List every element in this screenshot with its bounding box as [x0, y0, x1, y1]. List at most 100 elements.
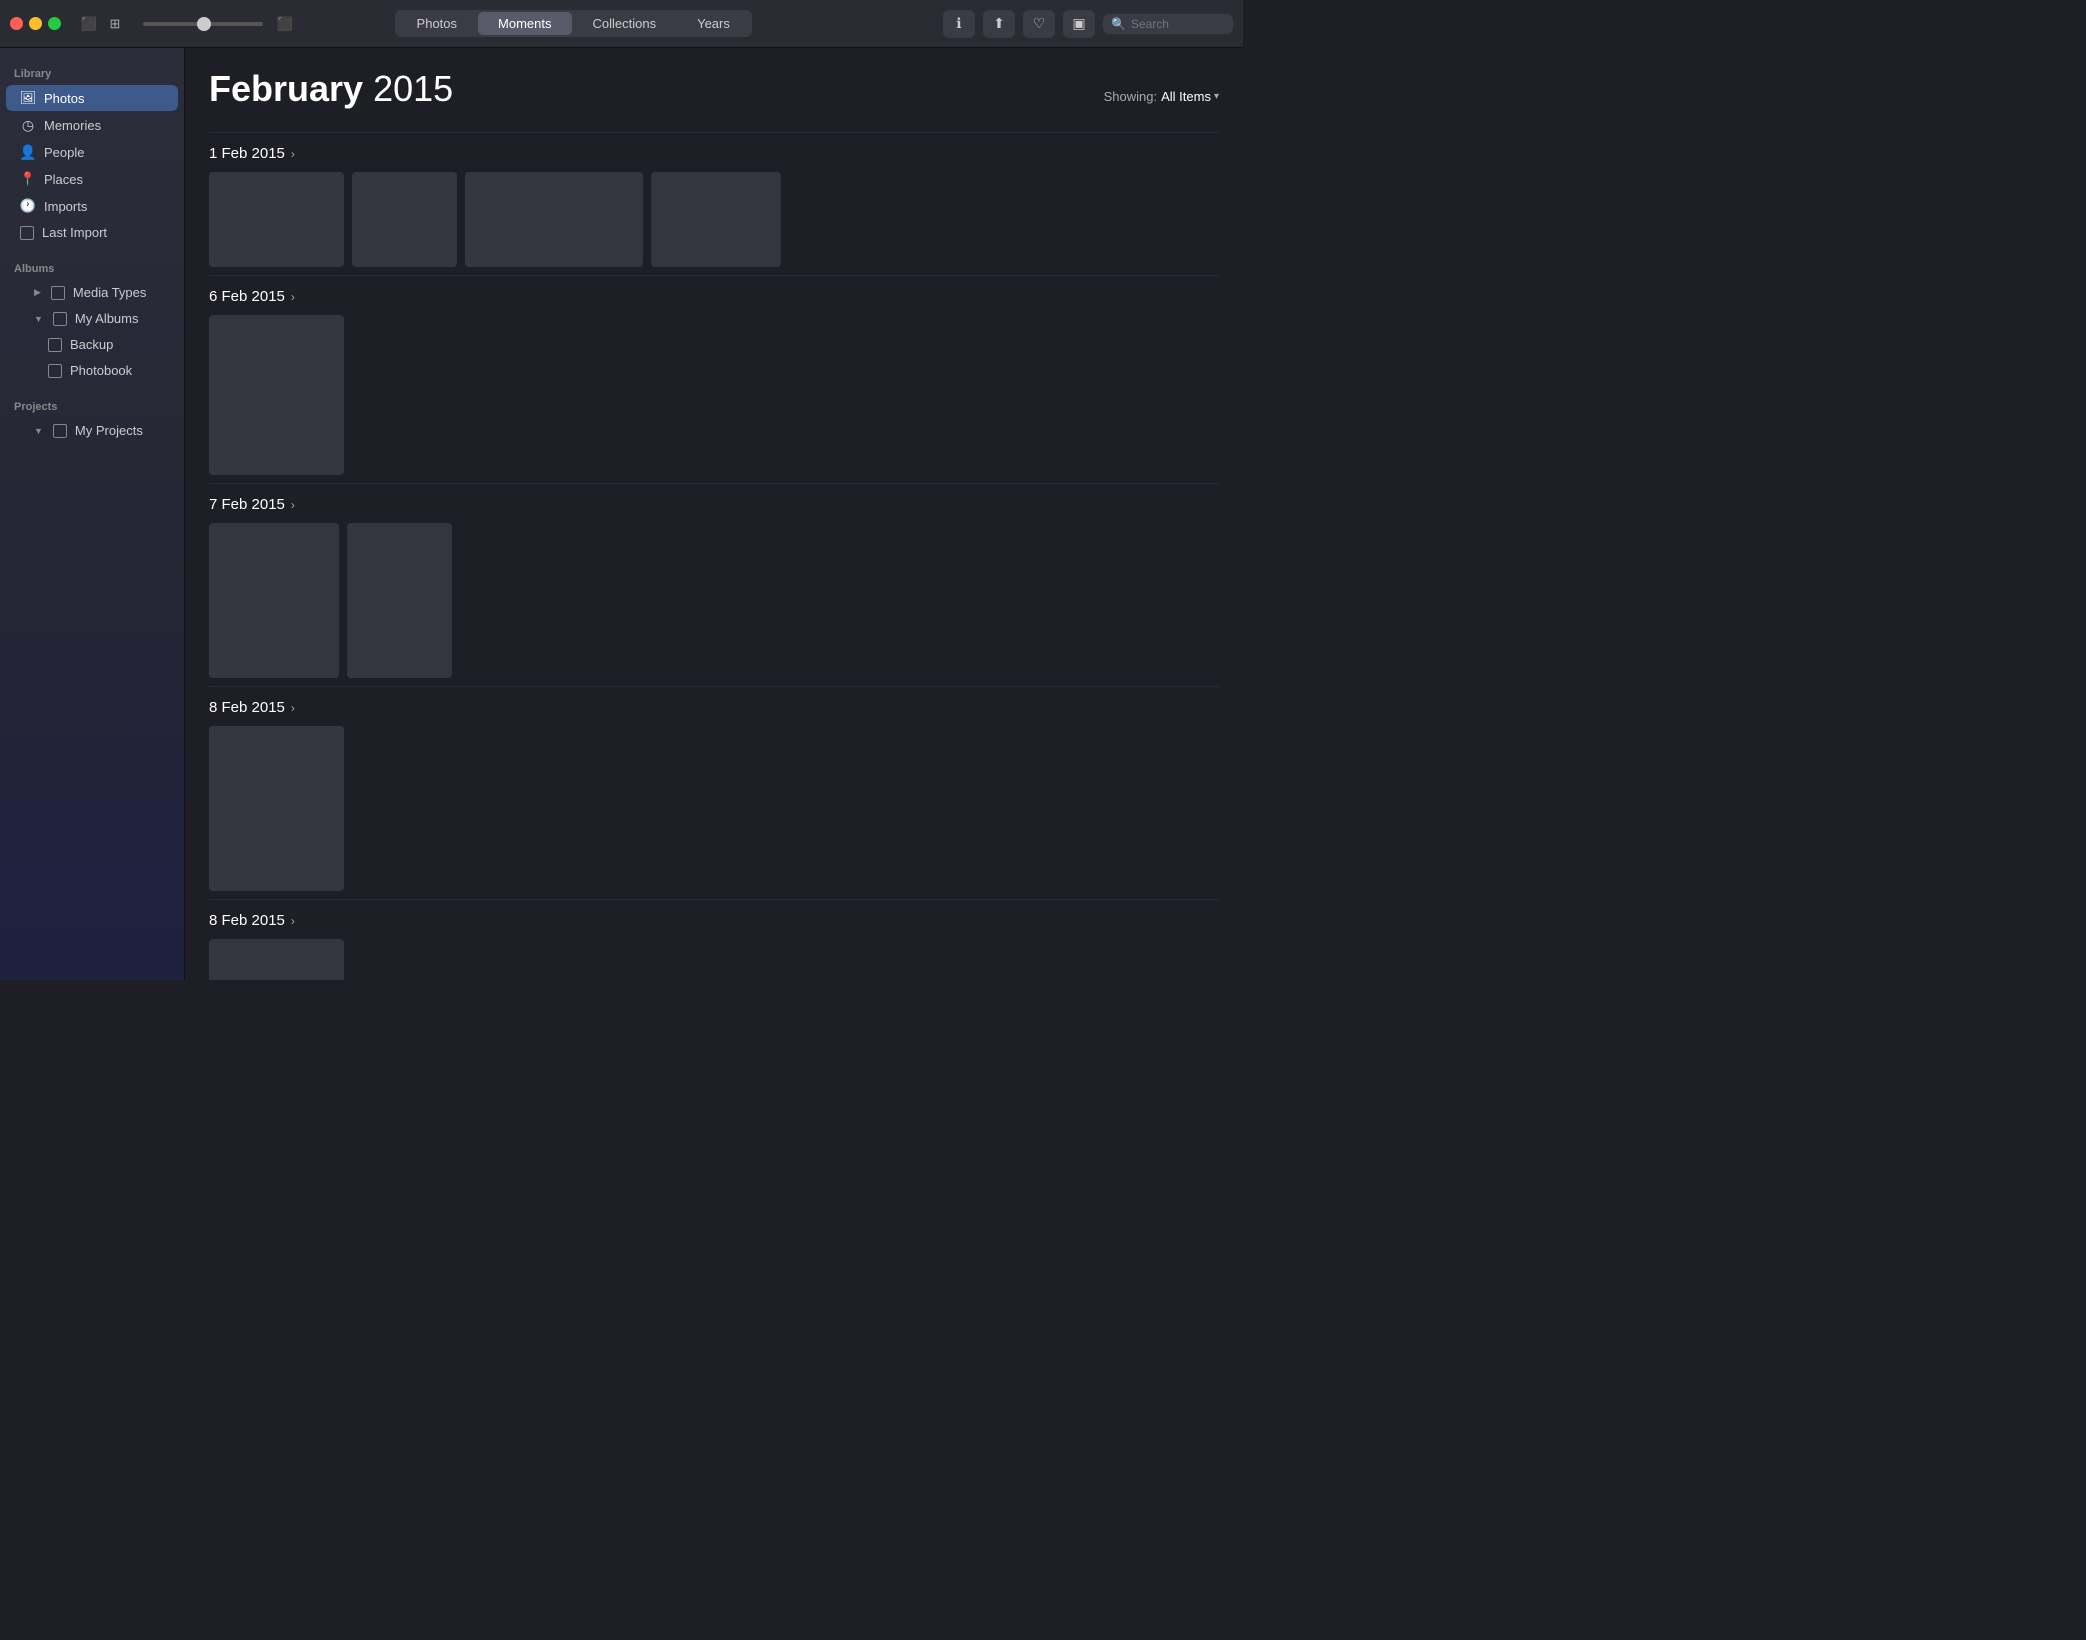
places-icon: 📍 [20, 171, 36, 187]
moment-header: 1 Feb 2015 › [209, 132, 1219, 172]
folder-icon [53, 312, 67, 326]
chevron-right-icon[interactable]: › [291, 290, 295, 304]
sidebar-toggle-icon[interactable]: ⬛ [79, 14, 99, 34]
sidebar-item-label: Backup [70, 337, 113, 352]
last-import-icon [20, 226, 34, 240]
sidebar-item-label: Media Types [73, 285, 146, 300]
sidebar-item-label: My Albums [75, 311, 139, 326]
moment-header: 6 Feb 2015 › [209, 275, 1219, 315]
people-icon: 👤 [20, 144, 36, 160]
sidebar-item-people[interactable]: 👤 People [6, 139, 178, 165]
info-button[interactable]: ℹ [943, 10, 975, 38]
search-input[interactable] [1131, 17, 1221, 31]
moment-date: 6 Feb 2015 [209, 288, 285, 305]
close-button[interactable] [10, 17, 23, 30]
grid-icon[interactable]: ⊞ [105, 14, 125, 34]
photo-thumbnail[interactable] [465, 172, 643, 267]
share-icon: ⬆ [993, 15, 1005, 32]
expand-arrow-icon: ▼ [34, 426, 43, 436]
sidebar: Library 🖼 Photos ◷ Memories 👤 People 📍 P… [0, 48, 185, 980]
photo-thumbnail[interactable] [352, 172, 457, 267]
photo-thumbnail[interactable] [347, 523, 452, 678]
chevron-right-icon[interactable]: › [291, 914, 295, 928]
slideshow-button[interactable]: ▣ [1063, 10, 1095, 38]
sidebar-item-label: Photos [44, 91, 84, 106]
folder-icon [51, 286, 65, 300]
tab-years[interactable]: Years [677, 12, 750, 35]
folder-icon [48, 338, 62, 352]
sidebar-item-last-import[interactable]: Last Import [6, 220, 178, 245]
projects-section-label: Projects [0, 393, 184, 417]
folder-icon [48, 364, 62, 378]
minimize-button[interactable] [29, 17, 42, 30]
photo-thumbnail[interactable] [209, 939, 344, 980]
photo-thumbnail[interactable] [209, 315, 344, 475]
fullscreen-icon[interactable]: ⬛ [275, 14, 295, 34]
sidebar-item-label: My Projects [75, 423, 143, 438]
window-controls: ⬛ ⊞ [79, 14, 125, 34]
moment-date: 8 Feb 2015 [209, 699, 285, 716]
photo-grid [209, 726, 1219, 899]
nav-tabs: Photos Moments Collections Years [395, 10, 752, 37]
photo-grid [209, 172, 1219, 275]
titlebar: ⬛ ⊞ ⬛ Photos Moments Collections Years ℹ… [0, 0, 1243, 48]
titlebar-actions: ℹ ⬆ ♡ ▣ 🔍 [943, 10, 1233, 38]
moment-section: 1 Feb 2015 › [209, 132, 1219, 275]
share-button[interactable]: ⬆ [983, 10, 1015, 38]
showing-value[interactable]: All Items [1161, 89, 1211, 104]
sidebar-item-my-albums[interactable]: ▼ My Albums [6, 306, 178, 331]
photo-thumbnail[interactable] [209, 172, 344, 267]
moment-date: 8 Feb 2015 [209, 912, 285, 929]
photos-icon: 🖼 [20, 90, 36, 106]
tab-photos[interactable]: Photos [397, 12, 477, 35]
chevron-down-icon: ▾ [1214, 91, 1219, 102]
moment-section: 6 Feb 2015 › [209, 275, 1219, 483]
moment-date: 7 Feb 2015 [209, 496, 285, 513]
sidebar-item-imports[interactable]: 🕐 Imports [6, 193, 178, 219]
moment-section: 7 Feb 2015 › [209, 483, 1219, 686]
sidebar-item-label: People [44, 145, 84, 160]
sidebar-item-places[interactable]: 📍 Places [6, 166, 178, 192]
search-icon: 🔍 [1111, 17, 1126, 31]
heart-icon: ♡ [1033, 15, 1046, 32]
traffic-lights [10, 17, 61, 30]
info-icon: ℹ [956, 15, 961, 32]
fullscreen-button[interactable] [48, 17, 61, 30]
albums-section-label: Albums [0, 255, 184, 279]
moment-header: 7 Feb 2015 › [209, 483, 1219, 523]
sidebar-item-memories[interactable]: ◷ Memories [6, 112, 178, 138]
sidebar-item-backup[interactable]: Backup [6, 332, 178, 357]
search-box[interactable]: 🔍 [1103, 14, 1233, 34]
photo-thumbnail[interactable] [209, 523, 339, 678]
collapse-arrow-icon: ▶ [34, 287, 41, 298]
expand-arrow-icon: ▼ [34, 314, 43, 324]
zoom-slider[interactable] [143, 22, 263, 26]
chevron-right-icon[interactable]: › [291, 147, 295, 161]
memories-icon: ◷ [20, 117, 36, 133]
tab-collections[interactable]: Collections [573, 12, 677, 35]
content-area: February 2015 Showing: All Items ▾ 1 Feb… [185, 48, 1243, 980]
moment-section: 8 Feb 2015 › [209, 899, 1219, 980]
folder-icon [53, 424, 67, 438]
moment-header: 8 Feb 2015 › [209, 899, 1219, 939]
moment-header: 8 Feb 2015 › [209, 686, 1219, 726]
chevron-right-icon[interactable]: › [291, 701, 295, 715]
main-layout: Library 🖼 Photos ◷ Memories 👤 People 📍 P… [0, 48, 1243, 980]
sidebar-item-media-types[interactable]: ▶ Media Types [6, 280, 178, 305]
sidebar-item-photos[interactable]: 🖼 Photos [6, 85, 178, 111]
library-section-label: Library [0, 60, 184, 84]
slideshow-icon: ▣ [1072, 15, 1085, 32]
photo-grid [209, 315, 1219, 483]
page-title: February 2015 [209, 68, 453, 110]
sidebar-item-label: Photobook [70, 363, 132, 378]
tab-moments[interactable]: Moments [478, 12, 571, 35]
sidebar-item-my-projects[interactable]: ▼ My Projects [6, 418, 178, 443]
chevron-right-icon[interactable]: › [291, 498, 295, 512]
photo-thumbnail[interactable] [209, 726, 344, 891]
showing-bar: Showing: All Items ▾ [1104, 89, 1219, 104]
moment-section: 8 Feb 2015 › [209, 686, 1219, 899]
sidebar-item-photobook[interactable]: Photobook [6, 358, 178, 383]
photo-thumbnail[interactable] [651, 172, 781, 267]
photo-grid [209, 523, 1219, 686]
favorite-button[interactable]: ♡ [1023, 10, 1055, 38]
